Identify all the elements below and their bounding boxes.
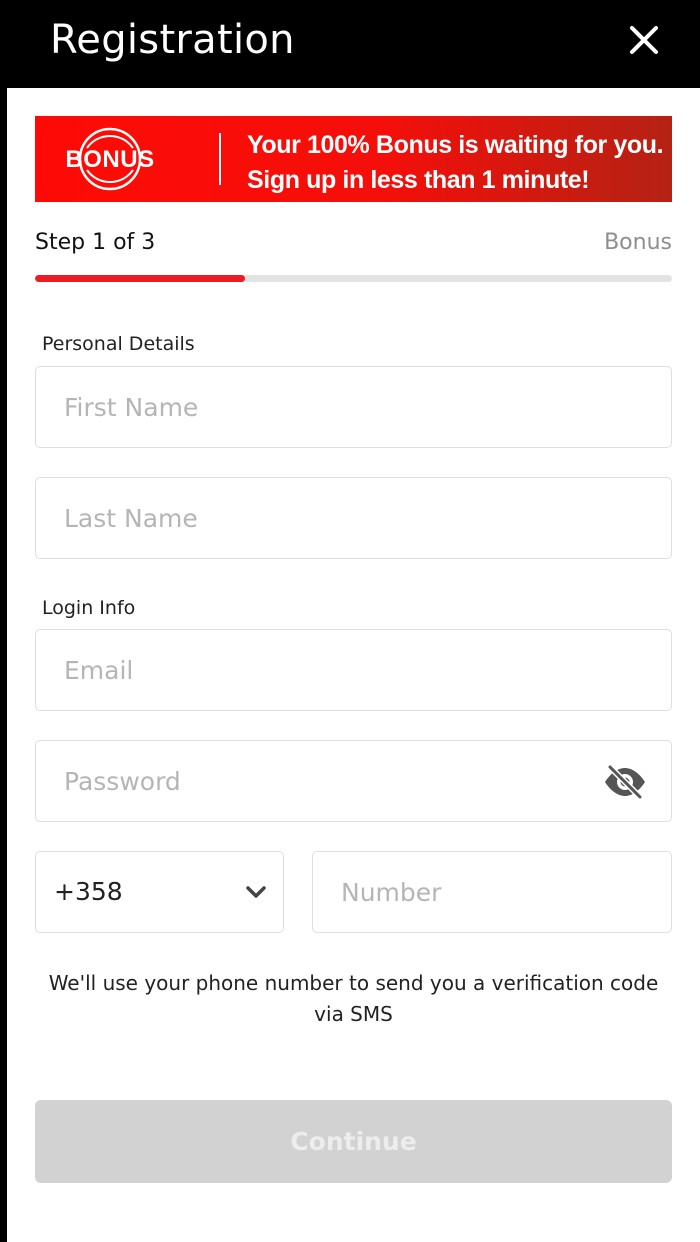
first-name-field[interactable] (35, 366, 672, 448)
login-info-heading: Login Info (42, 597, 136, 619)
phone-number-input[interactable] (341, 852, 659, 932)
progress-end-label: Bonus (604, 230, 672, 255)
eye-off-icon (605, 764, 645, 800)
continue-button[interactable]: Continue (35, 1100, 672, 1183)
country-code-value: +358 (54, 877, 123, 906)
chevron-down-icon (246, 886, 266, 898)
last-name-input[interactable] (64, 478, 659, 558)
banner-line-1: Your 100% Bonus is waiting for you. (247, 131, 664, 159)
svg-text:BONUS: BONUS (65, 146, 154, 173)
bonus-logo: BONUS (65, 127, 154, 191)
email-input[interactable] (64, 630, 659, 710)
banner-line-2: Sign up in less than 1 minute! (247, 166, 590, 194)
phone-number-field[interactable] (312, 851, 672, 933)
step-indicator: Step 1 of 3 (35, 230, 156, 255)
close-icon (630, 26, 658, 54)
progress-bar (35, 275, 672, 282)
app-header: Registration (0, 0, 700, 88)
banner-message: Your 100% Bonus is waiting for you. Sign… (247, 128, 667, 198)
close-button[interactable] (622, 18, 666, 62)
banner-divider (219, 133, 221, 185)
bonus-banner: BONUS Your 100% Bonus is waiting for you… (35, 116, 672, 202)
page-title: Registration (50, 17, 295, 63)
password-input[interactable] (64, 741, 584, 821)
personal-details-heading: Personal Details (42, 333, 195, 355)
password-field[interactable] (35, 740, 672, 822)
progress-fill (35, 275, 246, 282)
last-name-field[interactable] (35, 477, 672, 559)
sms-verification-note: We'll use your phone number to send you … (48, 971, 659, 1026)
toggle-password-visibility-button[interactable] (603, 764, 647, 800)
country-code-select[interactable]: +358 (35, 851, 284, 933)
email-field[interactable] (35, 629, 672, 711)
first-name-input[interactable] (64, 367, 659, 447)
